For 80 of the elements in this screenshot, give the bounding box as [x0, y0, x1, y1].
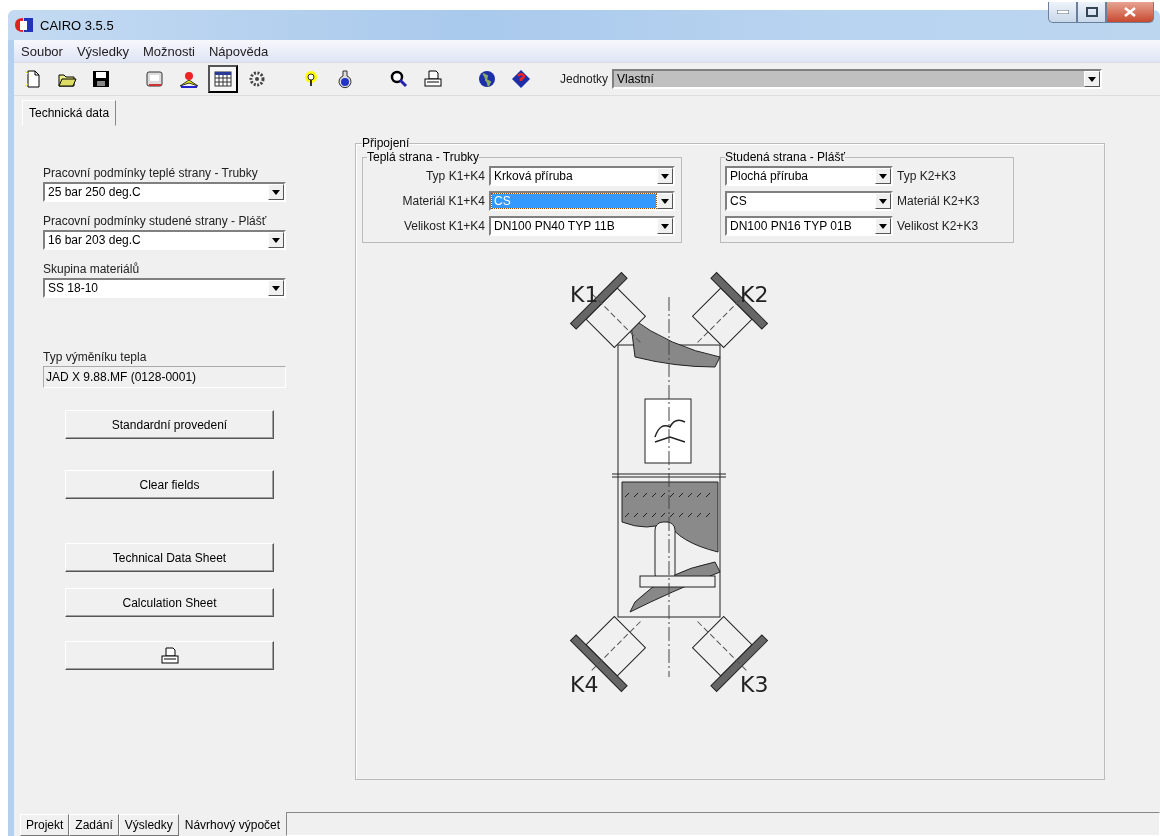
- caret-icon: [661, 198, 669, 204]
- caret-icon: [879, 173, 887, 179]
- tab[interactable]: Zadání: [69, 814, 119, 836]
- dropdown-arrow-button[interactable]: [268, 280, 284, 296]
- notebook-icon: [145, 69, 165, 89]
- field-label: Jednotky: [560, 72, 609, 86]
- new-file-icon: [23, 69, 43, 89]
- dropdown-arrow-button[interactable]: [657, 168, 673, 184]
- tab[interactable]: Projekt: [20, 814, 70, 836]
- dropdown-arrow-button[interactable]: [657, 193, 673, 209]
- help-book-icon: [179, 69, 199, 89]
- globe-icon: [477, 69, 497, 89]
- group-title: Připojení: [362, 136, 410, 150]
- search-icon: [389, 69, 409, 89]
- nozzle-label: K2: [740, 282, 769, 307]
- field-label: Velikost K2+K3: [897, 219, 979, 233]
- caret-icon: [272, 237, 280, 243]
- dropdown[interactable]: DN100 PN40 TYP 11B: [489, 216, 675, 236]
- dropdown-arrow-button[interactable]: [875, 168, 891, 184]
- dropdown[interactable]: 25 bar 250 deg.C: [43, 182, 286, 202]
- caret-icon: [272, 285, 280, 291]
- caret-icon: [661, 223, 669, 229]
- table-grid-icon: [213, 69, 233, 89]
- field-label: Skupina materiálů: [43, 262, 141, 276]
- caret-icon: [879, 223, 887, 229]
- dropdown-arrow-button[interactable]: [268, 184, 284, 200]
- maximize-button[interactable]: [1077, 2, 1106, 23]
- close-icon: [1124, 7, 1136, 17]
- read-only-field: JAD X 9.88.MF (0128-0001): [43, 366, 286, 388]
- field-label: Pracovní podmínky teplé strany - Trubky: [43, 166, 259, 180]
- field-label: Materiál K2+K3: [897, 194, 980, 208]
- nozzle-label: K4: [570, 672, 599, 697]
- gear-icon: [247, 69, 267, 89]
- tab[interactable]: Technická data: [22, 100, 117, 126]
- action-button[interactable]: Standardní provedení: [65, 410, 274, 439]
- help-diamond-icon: [511, 69, 531, 89]
- toolbar-button[interactable]: [208, 65, 238, 93]
- dropdown[interactable]: SS 18-10: [43, 278, 286, 298]
- printer-icon: [423, 69, 443, 89]
- menu-item[interactable]: Možnosti: [135, 43, 202, 59]
- tab[interactable]: Návrhový výpočet: [178, 812, 287, 836]
- action-button[interactable]: Clear fields: [65, 470, 274, 499]
- close-button[interactable]: [1106, 2, 1154, 23]
- caret-icon: [1088, 76, 1097, 82]
- action-button[interactable]: Technical Data Sheet: [65, 543, 274, 572]
- print-button[interactable]: [65, 641, 274, 670]
- menu-item[interactable]: Soubor: [14, 43, 70, 59]
- tab[interactable]: Výsledky: [118, 814, 179, 836]
- dropdown[interactable]: 16 bar 203 deg.C: [43, 230, 286, 250]
- dropdown[interactable]: Krková příruba: [489, 166, 675, 186]
- printer-icon: [159, 645, 180, 666]
- nozzle-label: K3: [740, 672, 769, 697]
- field-label: Typ výměníku tepla: [43, 350, 148, 364]
- dropdown[interactable]: Plochá příruba: [725, 166, 893, 186]
- window-title: CAIRO 3.5.5: [40, 17, 114, 33]
- flask-icon: [335, 69, 355, 89]
- caret-icon: [272, 189, 280, 195]
- caret-icon: [661, 173, 669, 179]
- minimize-button[interactable]: [1048, 2, 1077, 23]
- field-label: Typ K2+K3: [897, 169, 957, 183]
- caret-icon: [879, 198, 887, 204]
- dropdown-arrow-button[interactable]: [875, 193, 891, 209]
- group-title: Teplá strana - Trubky: [367, 150, 480, 164]
- action-button[interactable]: Calculation Sheet: [65, 588, 274, 617]
- app-logo-icon: [14, 17, 34, 33]
- dropdown[interactable]: DN100 PN16 TYP 01B: [725, 216, 893, 236]
- minimize-icon: [1056, 10, 1069, 14]
- menu-item[interactable]: Výsledky: [69, 43, 136, 59]
- dropdown-arrow-button[interactable]: [657, 218, 673, 234]
- nozzle-label: K1: [570, 282, 599, 307]
- maximize-icon: [1085, 7, 1098, 17]
- dropdown-arrow-button[interactable]: [875, 218, 891, 234]
- dropdown-arrow-button[interactable]: [268, 232, 284, 248]
- field-label: Velikost K1+K4: [402, 219, 485, 233]
- field-label: Typ K1+K4: [424, 169, 485, 183]
- dropdown[interactable]: CS: [725, 191, 893, 211]
- menu-item[interactable]: Nápověda: [202, 43, 276, 59]
- field-label: Materiál K1+K4: [401, 194, 485, 208]
- group-title: Studená strana - Plášť: [725, 150, 845, 164]
- field-label: Pracovní podmínky studené strany - Plášť: [43, 214, 268, 228]
